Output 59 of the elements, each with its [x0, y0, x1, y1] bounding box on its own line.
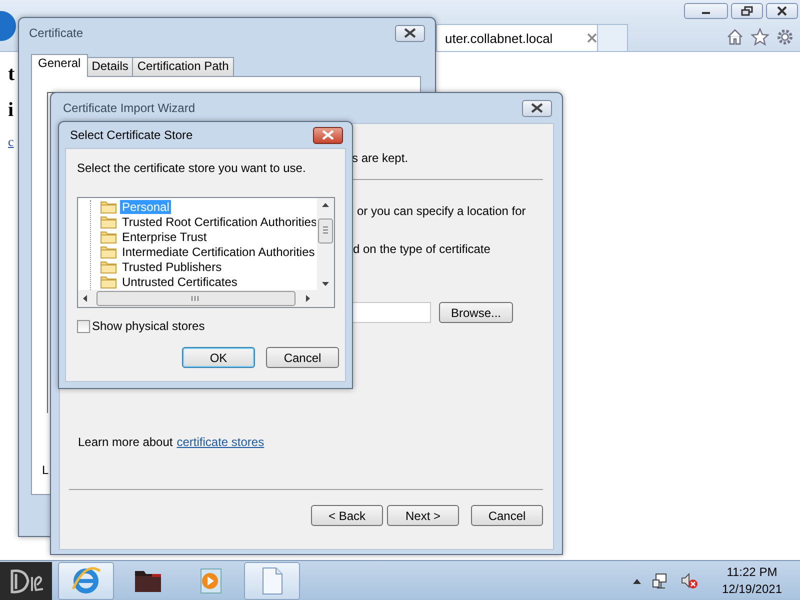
page-heading: t [8, 62, 16, 87]
browser-tab[interactable]: uter.collabnet.local [436, 24, 598, 51]
checkbox[interactable] [77, 320, 90, 332]
close-icon [320, 129, 336, 141]
folder-icon [100, 274, 117, 288]
info-text: L [42, 463, 50, 477]
close-icon [529, 102, 545, 114]
browser-icon [70, 564, 102, 596]
cancel-button[interactable]: Cancel [471, 505, 543, 526]
show-hidden-icons-icon[interactable] [632, 576, 642, 584]
star-icon[interactable] [751, 28, 769, 46]
prompt-text: Select the certificate store you want to use. [77, 161, 307, 175]
close-icon[interactable] [587, 33, 597, 43]
start-button[interactable] [0, 562, 52, 600]
certificate-stores-link[interactable]: certificate stores [176, 435, 264, 449]
close-button[interactable] [766, 3, 798, 19]
page-heading: i [8, 98, 15, 123]
folder-icon [100, 200, 117, 214]
settings-icon[interactable] [776, 28, 794, 46]
ok-button[interactable]: OK [182, 347, 255, 368]
tree-item[interactable]: Trusted Publishers [120, 260, 224, 274]
tab[interactable]: Certification Path [132, 57, 234, 76]
folder-icon [100, 244, 117, 258]
checkbox-label: Show physical stores [92, 319, 205, 333]
close-icon [402, 27, 418, 39]
clock-time: 11:22 PM [726, 564, 778, 580]
tree-item[interactable]: Untrusted Certificates [120, 274, 240, 288]
learn-more-text: Learn more about [78, 435, 173, 449]
close-button[interactable] [313, 126, 343, 144]
window-title: Certificate Import Wizard [63, 101, 196, 115]
next-button[interactable]: Next > [387, 505, 459, 526]
muted-speaker-icon[interactable] [680, 572, 698, 590]
window-title: Certificate [29, 26, 84, 40]
tree-item[interactable]: Enterprise Trust [120, 230, 209, 244]
page-link[interactable]: c [8, 134, 22, 150]
restore-icon [741, 6, 753, 16]
clock[interactable]: 11:22 PM 12/19/2021 [722, 564, 782, 598]
browse-button[interactable]: Browse... [439, 302, 513, 323]
tree-item[interactable]: Intermediate Certification Authorities [120, 244, 316, 258]
tab[interactable]: General [31, 54, 88, 77]
close-icon [776, 6, 788, 16]
folder-icon [100, 230, 117, 244]
window-title: Select Certificate Store [70, 128, 193, 142]
tab[interactable]: Details [86, 57, 134, 76]
vertical-scrollbar[interactable] [317, 198, 334, 290]
close-button[interactable] [395, 24, 425, 42]
close-button[interactable] [522, 100, 552, 116]
tab-title: uter.collabnet.local [445, 30, 554, 46]
restore-button[interactable] [731, 3, 763, 19]
description-text: or you can specify a location for [357, 204, 527, 218]
description-text: d on the type of certificate [353, 242, 492, 256]
clock-date: 12/19/2021 [722, 580, 782, 598]
minimize-button[interactable] [684, 3, 728, 19]
home-icon[interactable] [726, 28, 744, 46]
horizontal-scrollbar[interactable] [78, 290, 334, 307]
folder-icon [100, 260, 117, 274]
cancel-button[interactable]: Cancel [266, 347, 339, 368]
back-button[interactable]: < Back [311, 505, 383, 526]
folder-icon [100, 214, 117, 228]
